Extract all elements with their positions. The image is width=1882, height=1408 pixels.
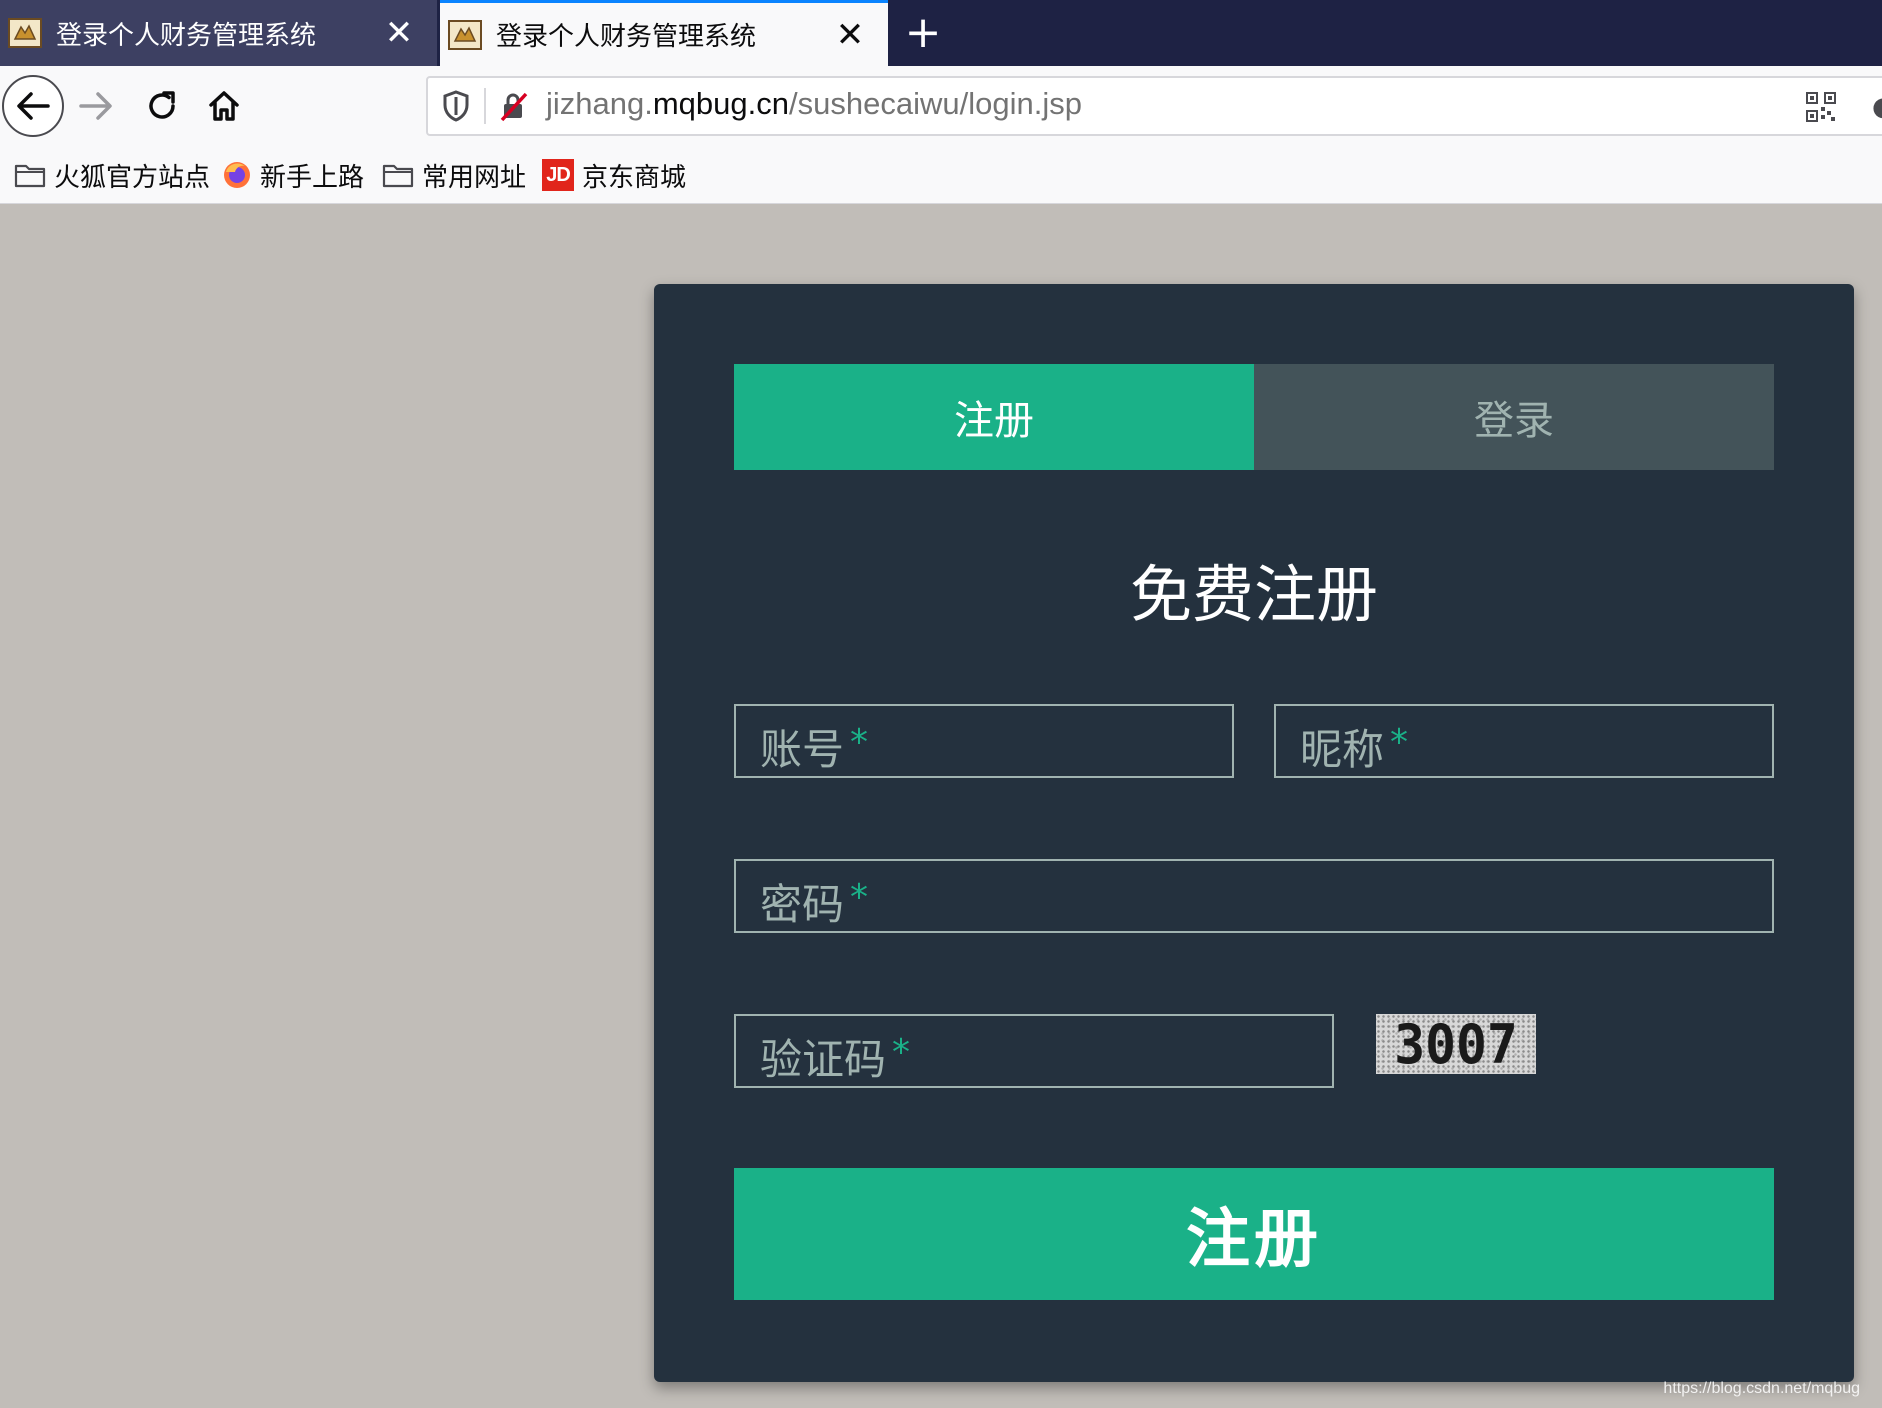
required-mark: *	[1390, 722, 1409, 763]
back-button[interactable]	[2, 75, 64, 137]
captcha-text: 3007	[1394, 1012, 1518, 1076]
register-form-card: 注册 登录 免费注册 账号 * 昵称 * 密码 * 验证码 * 3007 注册	[654, 284, 1854, 1382]
password-placeholder: 密码 *	[760, 871, 868, 932]
bookmark-label: 新手上路	[260, 162, 365, 193]
captcha-image[interactable]: 3007	[1376, 1012, 1536, 1076]
reload-button[interactable]	[132, 76, 192, 136]
captcha-label: 验证码	[760, 1035, 887, 1084]
jd-icon-text: JD	[542, 159, 574, 191]
captcha-field[interactable]: 验证码 *	[734, 1014, 1334, 1088]
bookmark-common-sites[interactable]: 常用网址	[382, 158, 527, 193]
bookmark-jd[interactable]: JD 京东商城	[542, 158, 687, 193]
nickname-placeholder: 昵称 *	[1300, 716, 1408, 777]
bookmark-firefox-official[interactable]: 火狐官方站点	[14, 158, 211, 193]
folder-icon	[14, 162, 46, 188]
account-label: 账号	[760, 725, 845, 774]
qr-code-icon[interactable]	[1806, 92, 1836, 126]
captcha-placeholder: 验证码 *	[760, 1026, 910, 1087]
required-mark: *	[892, 1032, 911, 1073]
page-actions-icon[interactable]: ●	[1872, 92, 1882, 122]
close-tab-icon[interactable]: ✕	[830, 18, 870, 52]
reload-icon	[149, 91, 175, 119]
password-label: 密码	[760, 880, 845, 929]
bookmark-getting-started[interactable]: 新手上路	[222, 158, 365, 193]
tracking-shield-icon[interactable]	[442, 90, 470, 126]
home-button[interactable]	[194, 76, 254, 136]
home-icon	[209, 91, 239, 121]
folder-icon	[382, 162, 414, 188]
close-tab-icon[interactable]: ✕	[379, 16, 419, 50]
jd-icon: JD	[542, 159, 574, 191]
url-text[interactable]: jizhang.mqbug.cn/sushecaiwu/login.jsp	[546, 86, 1082, 122]
password-field[interactable]: 密码 *	[734, 859, 1774, 933]
new-tab-button[interactable]: +	[898, 8, 948, 58]
firefox-icon	[222, 160, 252, 190]
browser-tab-title: 登录个人财务管理系统	[496, 22, 757, 52]
browser-tab-1[interactable]: 登录个人财务管理系统 ✕	[0, 0, 437, 66]
tomcat-favicon-icon	[448, 19, 482, 50]
register-submit-button[interactable]: 注册	[734, 1168, 1774, 1300]
bookmark-label: 常用网址	[422, 162, 527, 193]
url-prefix: jizhang.	[546, 86, 653, 121]
bookmark-label: 火狐官方站点	[54, 162, 211, 193]
insecure-lock-icon[interactable]	[498, 90, 530, 126]
browser-nav-bar: jizhang.mqbug.cn/sushecaiwu/login.jsp ●	[0, 66, 1882, 146]
tab-register[interactable]: 注册	[734, 364, 1254, 470]
url-domain: mqbug.cn	[652, 86, 789, 121]
bookmark-label: 京东商城	[582, 162, 687, 193]
forward-button[interactable]	[66, 76, 126, 136]
form-heading: 免费注册	[1129, 558, 1378, 631]
required-mark: *	[850, 722, 869, 763]
nickname-label: 昵称	[1300, 725, 1385, 774]
arrow-right-icon	[79, 92, 112, 120]
form-tabs: 注册 登录	[734, 364, 1774, 470]
browser-tab-strip: 登录个人财务管理系统 ✕ 登录个人财务管理系统 ✕ +	[0, 0, 1882, 66]
url-separator	[484, 88, 486, 124]
bookmarks-toolbar: 火狐官方站点 新手上路 常用网址 JD 京东商城	[0, 146, 1882, 204]
nickname-field[interactable]: 昵称 *	[1274, 704, 1774, 778]
url-path: /sushecaiwu/login.jsp	[789, 86, 1082, 121]
watermark: https://blog.csdn.net/mqbug	[1663, 1380, 1860, 1397]
account-field[interactable]: 账号 *	[734, 704, 1234, 778]
required-mark: *	[850, 877, 869, 918]
tab-login[interactable]: 登录	[1254, 364, 1774, 470]
tomcat-favicon-icon	[8, 18, 42, 48]
arrow-left-icon	[17, 92, 50, 120]
browser-tab-2[interactable]: 登录个人财务管理系统 ✕	[440, 0, 888, 66]
account-placeholder: 账号 *	[760, 716, 868, 777]
browser-tab-title: 登录个人财务管理系统	[56, 20, 317, 51]
address-bar[interactable]: jizhang.mqbug.cn/sushecaiwu/login.jsp ●	[426, 76, 1882, 136]
